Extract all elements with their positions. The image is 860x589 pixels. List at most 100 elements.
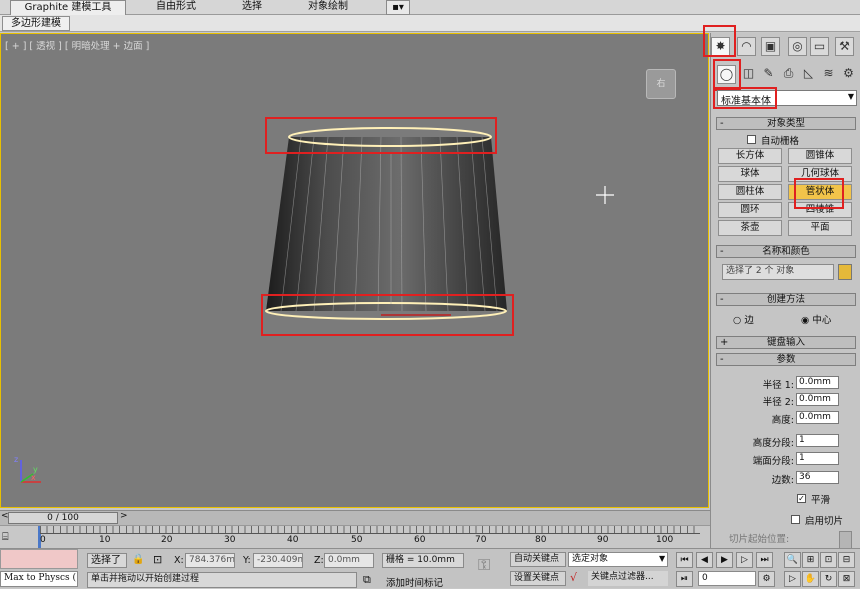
tab-object-paint[interactable]: 对象绘制 bbox=[292, 0, 364, 15]
key-filters-button[interactable]: 关键点过滤器... bbox=[588, 571, 668, 586]
key-icon[interactable]: ⚿ bbox=[478, 555, 490, 575]
hierarchy-panel-tab[interactable]: ▣ bbox=[761, 37, 780, 56]
pan-icon[interactable]: ✋ bbox=[802, 571, 819, 587]
lights-icon: ✎ bbox=[763, 66, 774, 80]
axis-z-label: z bbox=[14, 455, 18, 464]
radio-center[interactable]: ◉ 中心 bbox=[801, 312, 831, 326]
zoom-extents-all-icon[interactable]: ⊟ bbox=[838, 552, 855, 568]
time-tag-icon[interactable]: ⧉ bbox=[363, 573, 371, 587]
sides-label: 边数: bbox=[771, 475, 794, 486]
slider-next-arrow-icon[interactable]: > bbox=[120, 511, 128, 521]
zoom-extents-icon[interactable]: ⊡ bbox=[820, 552, 837, 568]
height-spinner[interactable]: 0.0mm bbox=[796, 411, 839, 424]
mini-curve-editor-icon[interactable]: ⌸ bbox=[2, 530, 20, 544]
lock-icon[interactable]: 🔒 bbox=[132, 554, 144, 565]
object-name-field[interactable]: 选择了 2 个 对象 bbox=[722, 264, 834, 280]
zoom-all-icon[interactable]: ⊞ bbox=[802, 552, 819, 568]
y-coordinate-label: Y: bbox=[243, 555, 251, 566]
zoom-icon[interactable]: 🔍 bbox=[784, 552, 801, 568]
key-mode-icon[interactable]: ⏯ bbox=[676, 571, 693, 587]
autogrid-label: 自动栅格 bbox=[761, 136, 800, 147]
radio-edge[interactable]: ○ 边 bbox=[733, 312, 754, 326]
radius2-spinner[interactable]: 0.0mm bbox=[796, 393, 839, 406]
next-frame-icon[interactable]: ▷ bbox=[736, 552, 753, 568]
tick-label: 30 bbox=[224, 535, 236, 545]
slice-on-checkbox[interactable] bbox=[791, 515, 800, 524]
motion-panel-tab[interactable]: ◎ bbox=[788, 37, 807, 56]
tick-label: 10 bbox=[99, 535, 111, 545]
perspective-viewport[interactable]: [ + ] [ 透视 ] [ 明暗处理 + 边面 ] 右 z x y bbox=[0, 33, 709, 508]
radius1-spinner[interactable]: 0.0mm bbox=[796, 376, 839, 389]
cameras-category-button[interactable]: ⎙ bbox=[779, 65, 798, 84]
add-time-tag-button[interactable]: 添加时间标记 bbox=[386, 575, 443, 589]
lights-category-button[interactable]: ✎ bbox=[759, 65, 778, 84]
slice-from-label: 切片起始位置: bbox=[729, 534, 790, 545]
modify-panel-tab[interactable]: ◠ bbox=[737, 37, 756, 56]
teapot-button[interactable]: 茶壶 bbox=[718, 220, 782, 236]
name-color-rollout[interactable]: - 名称和颜色 bbox=[716, 245, 856, 258]
orbit-icon[interactable]: ↻ bbox=[820, 571, 837, 587]
autogrid-checkbox[interactable] bbox=[747, 135, 756, 144]
sides-spinner[interactable]: 36 bbox=[796, 471, 839, 484]
chevron-down-icon: ▼ bbox=[659, 554, 666, 563]
parameters-rollout[interactable]: - 参数 bbox=[716, 353, 856, 366]
maxscript-listener[interactable]: Max to Physcs ( bbox=[0, 571, 78, 587]
field-of-view-icon[interactable]: ▷ bbox=[784, 571, 801, 587]
spacewarps-category-button[interactable]: ≋ bbox=[819, 65, 838, 84]
cone-button[interactable]: 圆锥体 bbox=[788, 148, 852, 164]
auto-key-button[interactable]: 自动关键点 bbox=[510, 552, 566, 567]
selection-set-dropdown[interactable]: 选定对象 bbox=[568, 552, 668, 567]
display-panel-tab[interactable]: ▭ bbox=[810, 37, 829, 56]
x-coordinate-field[interactable]: 784.376mm bbox=[185, 553, 235, 568]
plane-button[interactable]: 平面 bbox=[788, 220, 852, 236]
radius1-label: 半径 1: bbox=[762, 380, 794, 391]
systems-category-button[interactable]: ⚙ bbox=[839, 65, 858, 84]
tube-button-highlight bbox=[794, 178, 844, 209]
absolute-mode-icon[interactable]: ⊡ bbox=[153, 553, 162, 566]
current-frame-field[interactable]: 0 bbox=[698, 571, 756, 586]
slice-on-label: 启用切片 bbox=[805, 516, 844, 527]
goto-start-icon[interactable]: ⏮ bbox=[676, 552, 693, 568]
tube-mesh[interactable] bbox=[1, 34, 709, 508]
time-slider[interactable]: < 0 / 100 > bbox=[0, 510, 710, 525]
prompt-line: 单击并拖动以开始创建过程 bbox=[87, 572, 357, 588]
goto-end-icon[interactable]: ⏭ bbox=[756, 552, 773, 568]
smooth-checkbox[interactable]: ✓ bbox=[797, 494, 806, 503]
rollout-title: 对象类型 bbox=[766, 118, 805, 129]
helpers-category-button[interactable]: ◺ bbox=[799, 65, 818, 84]
object-color-swatch[interactable] bbox=[838, 264, 852, 280]
torus-button[interactable]: 圆环 bbox=[718, 202, 782, 218]
height-segments-spinner[interactable]: 1 bbox=[796, 434, 839, 447]
tab-polygon-modeling[interactable]: 多边形建模 bbox=[2, 16, 70, 31]
creation-method-rollout[interactable]: - 创建方法 bbox=[716, 293, 856, 306]
z-coordinate-field[interactable]: 0.0mm bbox=[324, 553, 374, 568]
time-config-icon[interactable]: ⚙ bbox=[758, 571, 775, 587]
cameras-icon: ⎙ bbox=[783, 66, 794, 80]
move-cursor-icon bbox=[596, 186, 614, 204]
tab-selection[interactable]: 选择 bbox=[222, 0, 282, 15]
cap-segments-spinner[interactable]: 1 bbox=[796, 452, 839, 465]
maximize-viewport-icon[interactable]: ⊠ bbox=[838, 571, 855, 587]
axis-tripod: z x y bbox=[14, 455, 41, 483]
keyboard-entry-rollout[interactable]: + 键盘输入 bbox=[716, 336, 856, 349]
key-filter-icon[interactable]: √ bbox=[570, 571, 577, 584]
y-coordinate-field[interactable]: -230.409m bbox=[253, 553, 303, 568]
tick-label: 40 bbox=[287, 535, 299, 545]
tab-freeform[interactable]: 自由形式 bbox=[140, 0, 212, 15]
utilities-panel-tab[interactable]: ⚒ bbox=[835, 37, 854, 56]
previous-frame-icon[interactable]: ◀ bbox=[696, 552, 713, 568]
maxscript-listener-top[interactable] bbox=[0, 549, 78, 569]
cylinder-button[interactable]: 圆柱体 bbox=[718, 184, 782, 200]
object-type-rollout[interactable]: - 对象类型 bbox=[716, 117, 856, 130]
tab-graphite-modeling[interactable]: Graphite 建模工具 bbox=[10, 0, 126, 15]
time-slider-thumb[interactable]: 0 / 100 bbox=[8, 512, 118, 524]
play-icon[interactable]: ▶ bbox=[716, 552, 733, 568]
shapes-category-button[interactable]: ◫ bbox=[739, 65, 758, 84]
box-button[interactable]: 长方体 bbox=[718, 148, 782, 164]
sphere-button[interactable]: 球体 bbox=[718, 166, 782, 182]
track-bar[interactable]: ⌸ 0 10 20 30 40 50 60 70 80 90 100 bbox=[0, 525, 710, 548]
ribbon-options-dropdown[interactable]: ▪▾ bbox=[386, 0, 410, 15]
set-key-button[interactable]: 设置关键点 bbox=[510, 571, 566, 586]
spacewarps-icon: ≋ bbox=[823, 66, 834, 80]
axis-x-label: x bbox=[31, 473, 36, 482]
